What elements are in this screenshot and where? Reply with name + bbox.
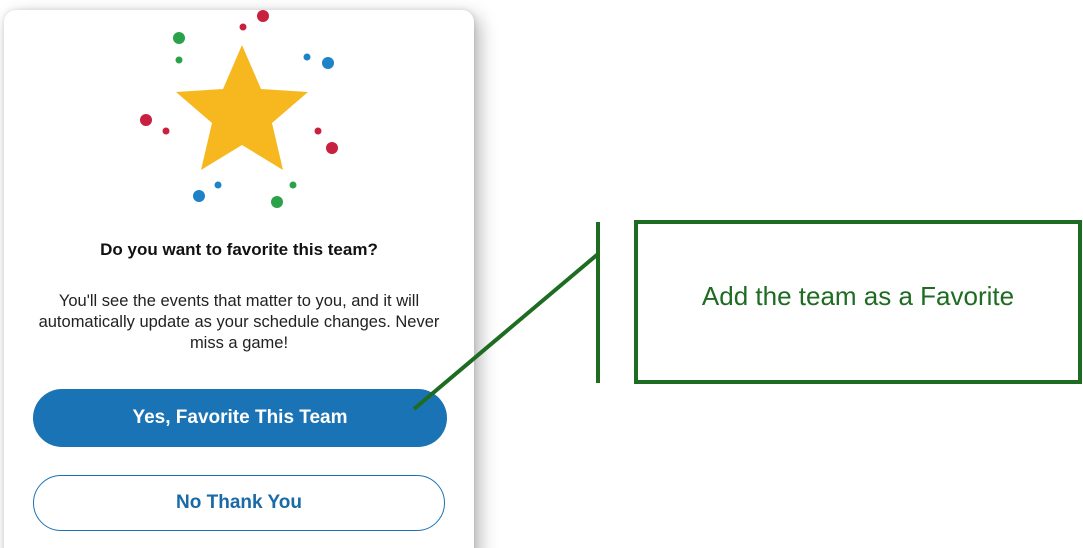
confetti-dot: [326, 142, 338, 154]
confetti-dot: [257, 10, 269, 22]
confetti-dot: [193, 190, 205, 202]
annotation-callout-box: Add the team as a Favorite: [634, 220, 1082, 384]
confetti-dot: [175, 56, 183, 64]
confetti-dot: [173, 32, 185, 44]
dialog-message: You'll see the events that matter to you…: [38, 292, 440, 352]
confetti-dot: [239, 23, 247, 31]
confetti-dot: [140, 114, 152, 126]
no-thank-you-button[interactable]: No Thank You: [33, 475, 445, 531]
confetti-dot: [162, 127, 170, 135]
star-icon: [176, 45, 308, 170]
confetti-dot: [271, 196, 283, 208]
dialog-title: Do you want to favorite this team?: [100, 240, 378, 259]
celebration-illustration: [140, 10, 338, 208]
confetti-dot: [314, 127, 322, 135]
confetti-dot: [303, 53, 311, 61]
screen: Do you want to favorite this team? You'l…: [0, 0, 1083, 548]
favorite-team-dialog: Do you want to favorite this team? You'l…: [4, 10, 474, 548]
confetti-dot: [289, 181, 297, 189]
confetti-dot: [322, 57, 334, 69]
annotation-label: Add the team as a Favorite: [701, 280, 1015, 311]
yes-favorite-team-button[interactable]: Yes, Favorite This Team: [33, 389, 447, 447]
confetti-dot: [214, 181, 222, 189]
